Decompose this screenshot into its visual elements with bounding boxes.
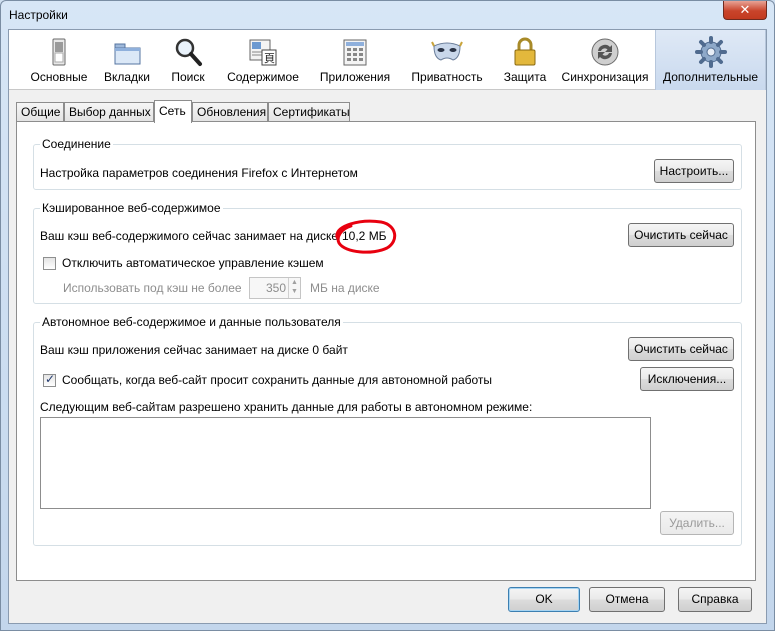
toolbar-label: Вкладки — [103, 70, 151, 84]
offline-group-title: Автономное веб-содержимое и данные польз… — [40, 315, 343, 329]
tabs-icon — [114, 43, 141, 65]
category-toolbar: Основные Вкладки Поиск 頁 Содержимое Прил… — [9, 30, 766, 90]
tab-data-choices[interactable]: Выбор данных — [64, 102, 154, 122]
cache-size: 10,2 МБ — [342, 229, 387, 243]
toolbar-label: Защита — [503, 70, 547, 84]
offline-notify-checkbox[interactable]: ✓ — [43, 372, 56, 387]
cache-limit-prefix: Использовать под кэш не более — [63, 281, 242, 295]
toolbar-label: Синхронизация — [561, 70, 649, 84]
clear-offline-button[interactable]: Очистить сейчас — [628, 337, 734, 361]
switch-icon — [52, 38, 66, 66]
toolbar-item-security[interactable]: Защита — [495, 30, 555, 90]
cancel-button[interactable]: Отмена — [589, 587, 665, 612]
checkmark-icon: ✓ — [45, 372, 56, 386]
tab-certificates[interactable]: Сертификаты — [268, 102, 350, 122]
arrow-down-icon[interactable]: ▼ — [291, 288, 298, 295]
connection-group-title: Соединение — [40, 137, 113, 151]
preferences-window: Настройки ✕ Основные Вкладки Поиск 頁 Сод… — [0, 0, 775, 631]
exceptions-button[interactable]: Исключения... — [640, 367, 734, 391]
close-button[interactable]: ✕ — [723, 1, 767, 20]
sync-icon — [591, 38, 619, 66]
cache-override-label: Отключить автоматическое управление кэше… — [62, 256, 324, 270]
toolbar-label: Основные — [30, 70, 88, 84]
applications-icon — [343, 39, 367, 66]
toolbar-label: Приложения — [319, 70, 391, 84]
cache-group-title: Кэшированное веб-содержимое — [40, 201, 223, 215]
help-button[interactable]: Справка — [678, 587, 752, 612]
tab-general[interactable]: Общие — [16, 102, 64, 122]
cache-override-checkbox[interactable] — [43, 257, 56, 270]
toolbar-item-advanced[interactable]: Дополнительные — [655, 30, 766, 90]
svg-text:頁: 頁 — [264, 53, 275, 65]
toolbar-item-content[interactable]: 頁 Содержимое — [221, 30, 305, 90]
cache-description: Ваш кэш веб-содержимого сейчас занимает … — [40, 229, 338, 243]
offline-cache-description: Ваш кэш приложения сейчас занимает на ди… — [40, 343, 348, 357]
connection-group: Соединение Настройка параметров соединен… — [33, 137, 742, 190]
gear-icon — [694, 36, 727, 68]
offline-notify-label: Сообщать, когда веб-сайт просит сохранит… — [62, 373, 493, 387]
cache-limit-value: 350 — [265, 281, 286, 295]
ok-button[interactable]: OK — [508, 587, 580, 612]
mask-icon — [431, 41, 463, 61]
padlock-icon — [514, 37, 536, 66]
toolbar-label: Приватность — [411, 70, 483, 84]
clear-cache-button[interactable]: Очистить сейчас — [628, 223, 734, 247]
cache-group: Кэшированное веб-содержимое Ваш кэш веб-… — [33, 201, 742, 304]
toolbar-label: Поиск — [171, 70, 205, 84]
toolbar-item-search[interactable]: Поиск — [163, 30, 213, 90]
toolbar-item-sync[interactable]: Синхронизация — [557, 30, 653, 90]
offline-group: Автономное веб-содержимое и данные польз… — [33, 315, 742, 546]
tab-updates[interactable]: Обновления — [192, 102, 268, 122]
toolbar-item-tabs[interactable]: Вкладки — [99, 30, 155, 90]
spinner-arrows[interactable]: ▲ ▼ — [288, 278, 300, 298]
toolbar-item-privacy[interactable]: Приватность — [405, 30, 489, 90]
connection-settings-button[interactable]: Настроить... — [654, 159, 734, 183]
offline-sites-list[interactable] — [40, 417, 651, 509]
toolbar-label: Содержимое — [227, 70, 299, 84]
arrow-up-icon[interactable]: ▲ — [291, 279, 298, 286]
offline-list-label: Следующим веб-сайтам разрешено хранить д… — [40, 400, 533, 414]
dialog-body: Основные Вкладки Поиск 頁 Содержимое Прил… — [8, 29, 767, 624]
network-panel: Соединение Настройка параметров соединен… — [16, 121, 756, 581]
cache-limit-suffix: МБ на диске — [310, 281, 380, 295]
toolbar-label: Дополнительные — [663, 70, 758, 84]
title-bar[interactable]: Настройки ✕ — [1, 1, 774, 29]
toolbar-item-general[interactable]: Основные — [19, 30, 99, 90]
connection-description: Настройка параметров соединения Firefox … — [40, 166, 358, 180]
window-title: Настройки — [9, 8, 68, 22]
tab-network[interactable]: Сеть — [154, 100, 192, 123]
toolbar-item-applications[interactable]: Приложения — [313, 30, 397, 90]
cache-limit-spinner[interactable]: 350 ▲ ▼ — [249, 277, 301, 299]
remove-site-button[interactable]: Удалить... — [660, 511, 734, 535]
magnifier-icon — [175, 38, 202, 66]
content-icon: 頁 — [249, 39, 277, 66]
